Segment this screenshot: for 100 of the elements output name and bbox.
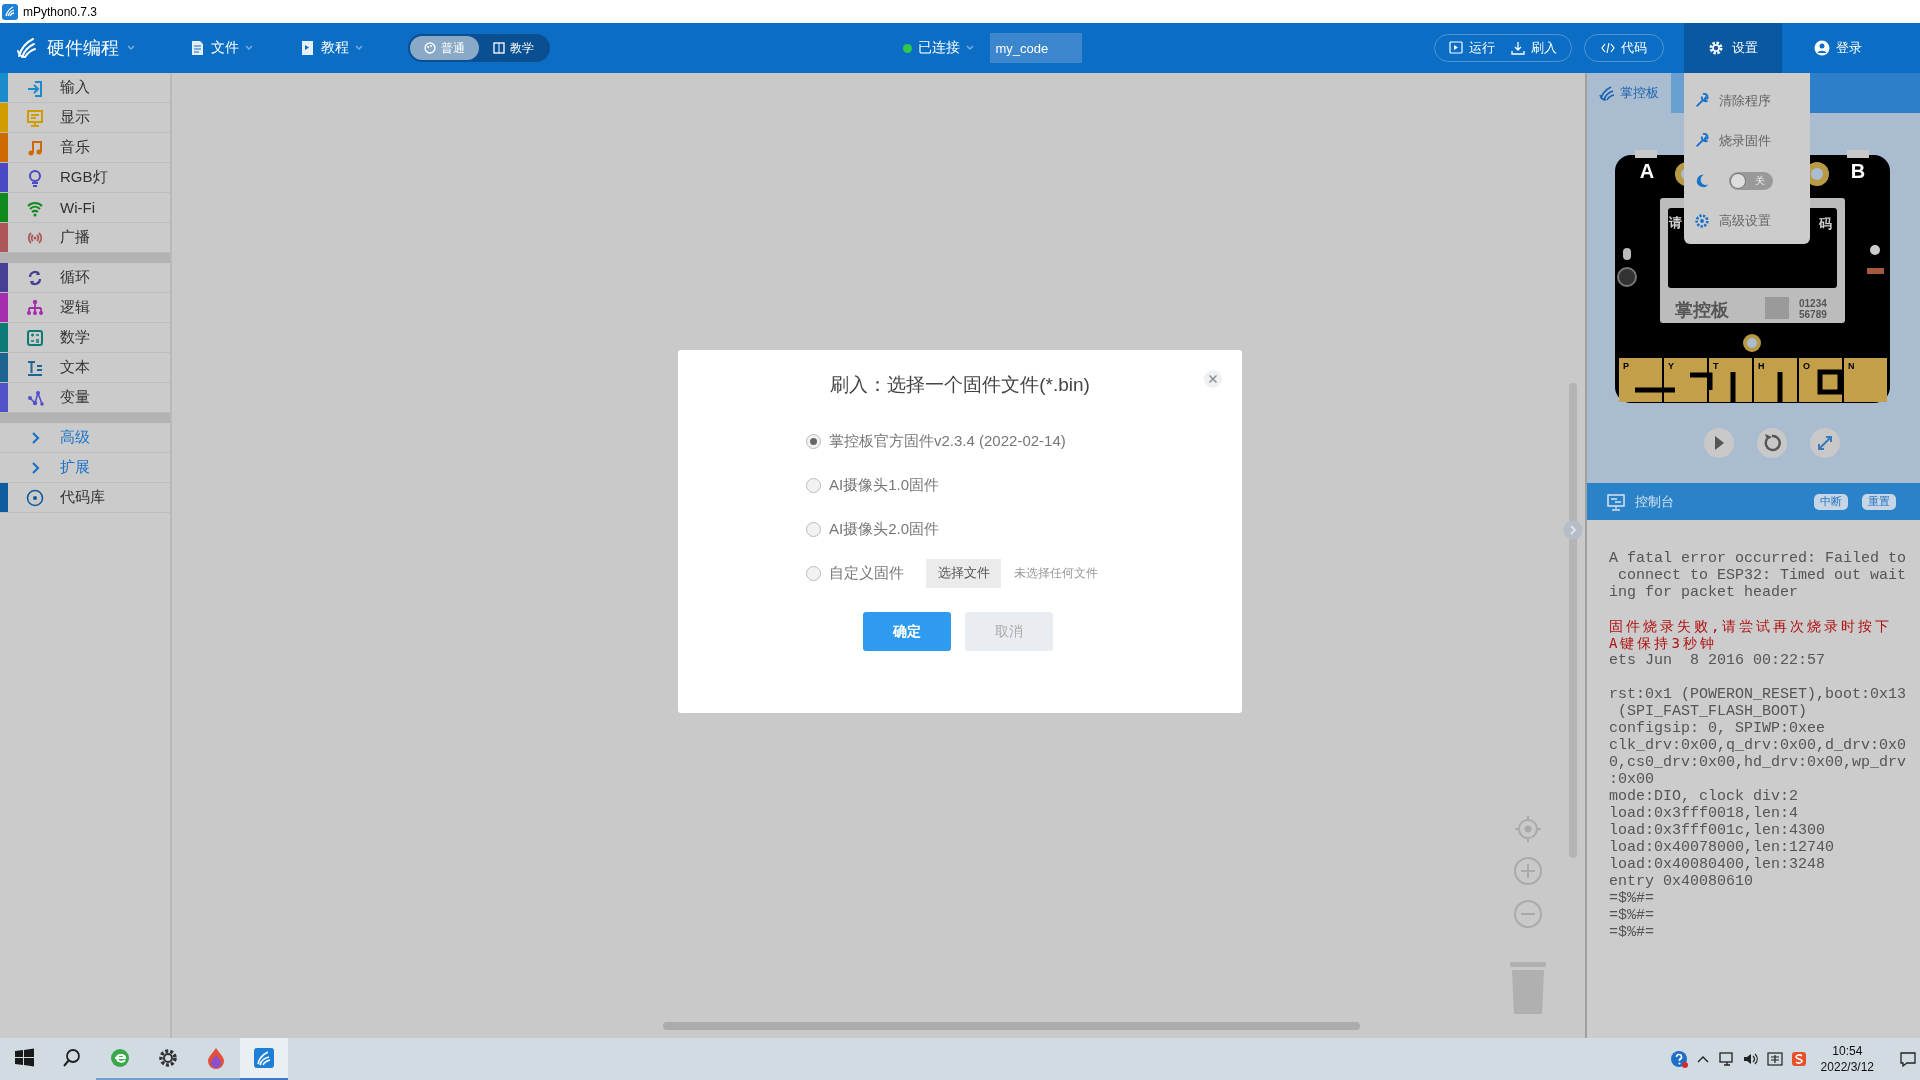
menu-item[interactable]: 清除程序 xyxy=(1684,81,1810,121)
menu-button[interactable]: 文件 xyxy=(188,38,298,58)
category-item[interactable]: 逻辑 xyxy=(0,293,170,323)
simulator-tab[interactable]: 掌控板 xyxy=(1587,73,1671,113)
code-icon xyxy=(1601,41,1615,55)
project-name-field[interactable]: my_code xyxy=(989,33,1082,63)
caret-icon xyxy=(127,45,135,51)
category-item[interactable]: 显示 xyxy=(0,103,170,133)
log-line: configsip: 0, SPIWP:0xee xyxy=(1609,720,1827,737)
category-item[interactable]: Wi-Fi xyxy=(0,193,170,223)
log-line: rst:0x1 (POWERON_RESET),boot:0x13 xyxy=(1609,686,1908,703)
fullscreen-icon[interactable] xyxy=(1809,427,1841,459)
category-icon xyxy=(26,298,44,317)
category-icon xyxy=(26,388,44,407)
monitor-icon xyxy=(1607,492,1625,511)
category-item[interactable]: 循环 xyxy=(0,263,170,293)
log-line: clk_drv:0x00,q_drv:0x00,d_drv:0x0 xyxy=(1609,737,1908,754)
dialog-title: 刷入：选择一个固件文件(*.bin) xyxy=(829,373,1091,397)
category-item[interactable]: 数学 xyxy=(0,323,170,353)
wrench-icon xyxy=(1694,133,1710,149)
log-line: connect to ESP32: Timed out wait xyxy=(1617,567,1908,584)
settings-icon xyxy=(156,1046,180,1070)
help-icon[interactable] xyxy=(1669,1050,1688,1068)
network-icon[interactable] xyxy=(1717,1050,1736,1068)
mode-tab[interactable]: 教学 xyxy=(479,36,548,60)
flash-button[interactable]: 刷入 xyxy=(1503,35,1565,61)
category-icon xyxy=(26,328,44,347)
reset-icon[interactable] xyxy=(1756,427,1788,459)
category-icon xyxy=(26,358,44,377)
category-item[interactable]: 代码库 xyxy=(0,483,170,513)
radio-button[interactable] xyxy=(806,433,821,449)
console-title: 控制台 xyxy=(1635,492,1674,511)
log-line: load:0x3fff0018,len:4 xyxy=(1609,805,1800,822)
input-method-icon[interactable] xyxy=(1789,1050,1808,1068)
wrench-icon xyxy=(1694,93,1710,109)
settings-icon xyxy=(1694,213,1710,229)
category-icon xyxy=(26,488,44,507)
horizontal-scrollbar[interactable] xyxy=(663,1022,1360,1030)
connection-menu[interactable]: 已连接 xyxy=(902,39,974,57)
option-label[interactable]: AI摄像头2.0固件 xyxy=(829,519,940,539)
option-label[interactable]: 掌控板官方固件v2.3.4 (2022-02-14) xyxy=(829,431,1066,451)
option-label[interactable]: 自定义固件 xyxy=(829,563,904,583)
radio-button[interactable] xyxy=(806,565,821,581)
log-line: load:0x40080400,len:3248 xyxy=(1609,856,1827,873)
login-button[interactable]: 登录 xyxy=(1808,38,1920,58)
log-line: =$%#= xyxy=(1609,890,1655,907)
category-icon xyxy=(26,108,44,127)
browser-icon xyxy=(108,1046,132,1070)
hand-logo-icon xyxy=(15,36,39,60)
clock-time: 10:54 xyxy=(1832,1043,1863,1059)
log-line: entry 0x40080610 xyxy=(1609,873,1755,890)
log-line: ing for packet header xyxy=(1609,584,1800,601)
choose-file-button[interactable]: 选择文件 xyxy=(926,558,1001,588)
app-menu[interactable]: 硬件编程 xyxy=(0,36,188,60)
category-item[interactable]: 音乐 xyxy=(0,133,170,163)
menu-item[interactable]: 高级设置 xyxy=(1684,201,1810,241)
console-button[interactable]: 中断 xyxy=(1814,493,1848,510)
log-line: (SPI_FAST_FLASH_BOOT) xyxy=(1617,703,1809,720)
radio-button[interactable] xyxy=(806,521,821,537)
error-line: A键保持3秒钟 xyxy=(1609,635,1718,652)
close-icon[interactable] xyxy=(1204,370,1222,388)
category-icon xyxy=(26,168,44,187)
app-icon xyxy=(252,1046,276,1070)
category-item[interactable]: RGB灯 xyxy=(0,163,170,193)
category-icon xyxy=(26,268,44,287)
confirm-button[interactable]: 确定 xyxy=(863,612,951,651)
palette-icon xyxy=(424,42,436,54)
caret-icon xyxy=(355,45,363,51)
category-item[interactable]: 文本 xyxy=(0,353,170,383)
log-line: :0x00 xyxy=(1609,771,1655,788)
menu-button[interactable]: 教程 xyxy=(298,38,408,58)
category-item[interactable]: 输入 xyxy=(0,73,170,103)
log-line: load:0x3fff001c,len:4300 xyxy=(1609,822,1827,839)
settings-button[interactable]: 设置 xyxy=(1684,23,1782,73)
log-line: 0,cs0_drv:0x00,hd_drv:0x00,wp_drv xyxy=(1609,754,1908,771)
caret-icon xyxy=(965,45,974,51)
notification-icon[interactable] xyxy=(1899,1050,1917,1068)
run-button[interactable]: 运行 xyxy=(1441,35,1503,61)
window-title: mPython0.7.3 xyxy=(23,4,98,19)
caret-icon xyxy=(245,45,253,51)
play-icon[interactable] xyxy=(1703,427,1735,459)
log-line: mode:DIO, clock div:2 xyxy=(1609,788,1800,805)
log-line: ets Jun 8 2016 00:22:57 xyxy=(1609,652,1827,669)
clock[interactable]: 10:54 2022/3/12 xyxy=(1820,1043,1874,1075)
clock-date: 2022/3/12 xyxy=(1820,1059,1874,1075)
vertical-scrollbar[interactable] xyxy=(1569,383,1577,858)
log-line: A fatal error occurred: Failed to xyxy=(1609,550,1908,567)
category-item[interactable]: 扩展 xyxy=(0,453,170,483)
console-button[interactable]: 重置 xyxy=(1862,493,1896,510)
hand-logo-icon xyxy=(1599,85,1615,101)
settings-icon xyxy=(1708,40,1724,56)
download-icon xyxy=(1511,41,1525,55)
radio-button[interactable] xyxy=(806,477,821,493)
category-icon xyxy=(26,138,44,157)
log-line: load:0x40078000,len:12740 xyxy=(1609,839,1836,856)
log-line: =$%#= xyxy=(1609,924,1655,941)
category-item[interactable]: 高级 xyxy=(0,423,170,453)
user-icon xyxy=(1814,40,1830,56)
option-label[interactable]: AI摄像头1.0固件 xyxy=(829,475,940,495)
play-screen-icon xyxy=(1449,41,1463,55)
